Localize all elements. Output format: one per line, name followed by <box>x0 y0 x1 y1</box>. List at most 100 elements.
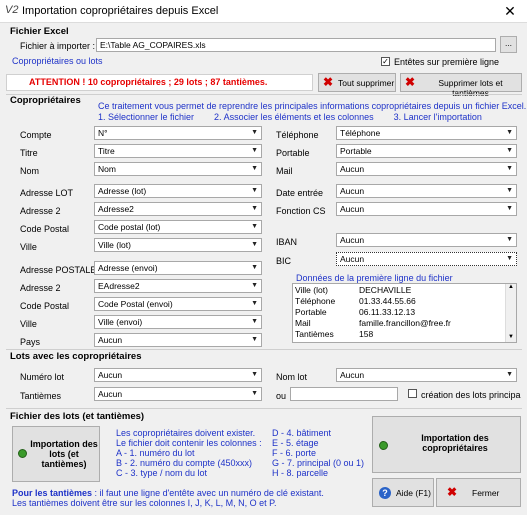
select-value: Aucun <box>340 370 365 380</box>
list-key: Téléphone <box>295 296 336 306</box>
tantiemes-note-bold: Pour les tantièmes <box>12 488 93 498</box>
select-ville-envoi[interactable]: Ville (envoi) ▼ <box>94 315 262 329</box>
select-tantiemes[interactable]: Aucun ▼ <box>94 387 262 401</box>
select-date-entree[interactable]: Aucun ▼ <box>336 184 517 198</box>
tantiemes-note-2: Les tantièmes doivent être sur les colon… <box>12 498 277 508</box>
select-bic[interactable]: Aucun ▼ <box>336 252 517 266</box>
chevron-down-icon: ▼ <box>506 187 513 194</box>
field-label-nom: Nom <box>20 166 40 176</box>
nom-lot-input[interactable] <box>290 387 398 401</box>
chevron-down-icon: ▼ <box>506 165 513 172</box>
field-label-adresse-postale: Adresse POSTALE <box>20 265 97 275</box>
select-value: Adresse2 <box>98 204 134 214</box>
field-label-tantiemes: Tantièmes <box>20 391 62 401</box>
field-label-titre: Titre <box>20 148 38 158</box>
list-item-value: 06.11.33.12.13 <box>359 307 416 317</box>
list-item: Tantièmes <box>295 329 334 339</box>
chevron-down-icon: ▼ <box>251 147 258 154</box>
list-item-value: famille.francillon@free.fr <box>359 318 451 328</box>
list-key: Tantièmes <box>295 329 334 339</box>
select-value: Aucun <box>340 204 365 214</box>
file-path-input[interactable]: E:\Table AG_COPAIRES.xls <box>96 38 496 52</box>
chevron-down-icon: ▼ <box>506 129 513 136</box>
file-label: Fichier à importer : <box>20 41 96 51</box>
header-checkbox[interactable]: ✓ <box>381 57 390 66</box>
list-item: Portable <box>295 307 327 317</box>
select-numero-lot[interactable]: Aucun ▼ <box>94 368 262 382</box>
select-pays[interactable]: Aucun ▼ <box>94 333 262 347</box>
lots-line-10: H - 8. parcelle <box>272 468 329 478</box>
header-checkbox-label: Entêtes sur première ligne <box>394 57 500 67</box>
select-adresse2-envoi[interactable]: EAdresse2 ▼ <box>94 279 262 293</box>
scroll-up-icon[interactable]: ▲ <box>508 284 514 290</box>
lots-line-2: Le fichier doit contenir les colonnes : <box>116 438 262 448</box>
delete-lots-button[interactable]: ✖ Supprimer lots et tantièmes <box>400 73 522 98</box>
close-icon[interactable]: ✕ <box>496 2 524 20</box>
select-portable[interactable]: Portable ▼ <box>336 144 517 158</box>
scroll-down-icon[interactable]: ▼ <box>508 334 514 340</box>
field-label-adresse-lot: Adresse LOT <box>20 188 74 198</box>
field-label-numero-lot: Numéro lot <box>20 372 65 382</box>
select-adresse2[interactable]: Adresse2 ▼ <box>94 202 262 216</box>
field-label-date-entree: Date entrée <box>276 188 324 198</box>
delete-all-button[interactable]: ✖ Tout supprimer <box>318 73 396 92</box>
import-lots-button[interactable]: Importation des lots (et tantièmes) <box>12 426 100 482</box>
select-titre[interactable]: Titre ▼ <box>94 144 262 158</box>
section-title-fichier-excel: Fichier Excel <box>10 26 69 37</box>
select-mail[interactable]: Aucun ▼ <box>336 162 517 176</box>
list-item: Téléphone <box>295 296 335 306</box>
info-text: Ce traitement vous permet de reprendre l… <box>98 101 527 111</box>
field-label-bic: BIC <box>276 256 292 266</box>
select-adresse-lot[interactable]: Adresse (lot) ▼ <box>94 184 262 198</box>
select-value: Aucun <box>340 164 365 174</box>
chevron-down-icon: ▼ <box>251 129 258 136</box>
close-button[interactable]: ✖ Fermer <box>436 478 521 507</box>
chevron-down-icon: ▼ <box>506 236 513 243</box>
select-value: Nom <box>98 164 116 174</box>
chevron-down-icon: ▼ <box>251 187 258 194</box>
help-label: Aide (F1) <box>396 488 431 498</box>
chevron-down-icon: ▼ <box>251 371 258 378</box>
list-key: Mail <box>295 318 311 328</box>
chevron-down-icon: ▼ <box>506 205 513 212</box>
browse-button[interactable]: ... <box>500 36 517 53</box>
select-value: N° <box>98 128 108 138</box>
select-fonction-cs[interactable]: Aucun ▼ <box>336 202 517 216</box>
select-value: Téléphone <box>340 128 381 138</box>
chevron-down-icon: ▼ <box>251 165 258 172</box>
delete-all-label: Tout supprimer <box>338 78 395 88</box>
tantiemes-note: Pour les tantièmes : il faut une ligne d… <box>12 488 324 498</box>
delete-icon: ✖ <box>405 75 416 89</box>
select-nom-lot[interactable]: Aucun ▼ <box>336 368 517 382</box>
select-value: Aucun <box>340 235 365 245</box>
import-owners-button[interactable]: Importation des copropriétaires <box>372 416 521 473</box>
select-iban[interactable]: Aucun ▼ <box>336 233 517 247</box>
field-label-fonction-cs: Fonction CS <box>276 206 326 216</box>
select-code-postal[interactable]: Code postal (lot) ▼ <box>94 220 262 234</box>
select-adresse-postale[interactable]: Adresse (envoi) ▼ <box>94 261 262 275</box>
chevron-down-icon: ▼ <box>251 300 258 307</box>
lots-line-7: E - 5. étage <box>272 438 319 448</box>
delete-lots-label: Supprimer lots et tantièmes <box>438 78 503 98</box>
chevron-down-icon: ▼ <box>251 318 258 325</box>
chevron-down-icon: ▼ <box>251 264 258 271</box>
import-icon <box>379 441 388 450</box>
file-subtitle: Copropriétaires ou lots <box>12 56 103 66</box>
listbox-scrollbar[interactable]: ▲ ▼ <box>505 284 516 342</box>
select-nom[interactable]: Nom ▼ <box>94 162 262 176</box>
delete-icon: ✖ <box>323 75 334 89</box>
select-ville[interactable]: Ville (lot) ▼ <box>94 238 262 252</box>
field-label-pays: Pays <box>20 337 41 347</box>
select-code-postal-envoi[interactable]: Code Postal (envoi) ▼ <box>94 297 262 311</box>
help-button[interactable]: ? Aide (F1) <box>372 478 434 507</box>
select-value: Aucun <box>98 389 123 399</box>
select-telephone[interactable]: Téléphone ▼ <box>336 126 517 140</box>
ou-label: ou <box>276 391 287 401</box>
creation-lots-checkbox[interactable] <box>408 389 417 398</box>
field-label-iban: IBAN <box>276 237 298 247</box>
chevron-down-icon: ▼ <box>251 282 258 289</box>
select-compte[interactable]: N° ▼ <box>94 126 262 140</box>
chevron-down-icon: ▼ <box>251 390 258 397</box>
list-item: Ville (lot) <box>295 285 328 295</box>
first-line-listbox[interactable]: Ville (lot) DECHAVILLE Téléphone 01.33.4… <box>292 283 517 343</box>
